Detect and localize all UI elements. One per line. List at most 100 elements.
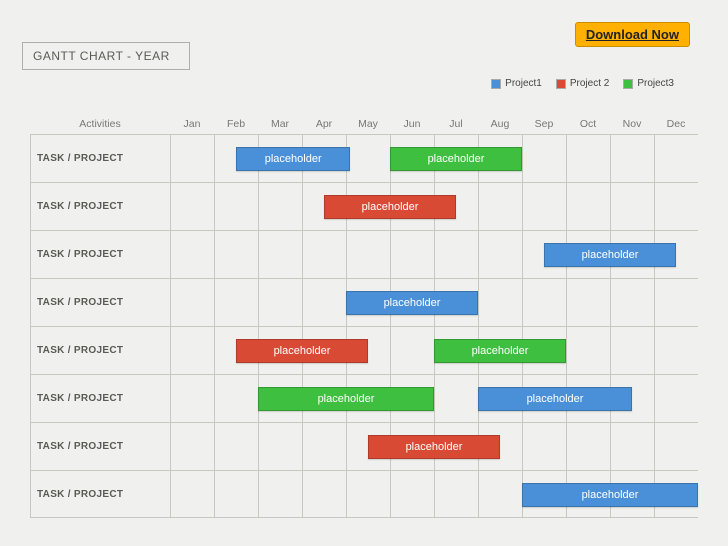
grid-cell: [654, 327, 698, 374]
gantt-bar[interactable]: placeholder: [236, 147, 350, 171]
grid-cell: [522, 135, 566, 182]
month-header: Jun: [390, 110, 434, 134]
grid-cell: [302, 279, 346, 326]
grid-cell: [610, 423, 654, 470]
grid-cell: [610, 327, 654, 374]
grid-cell: [434, 471, 478, 517]
month-header: Nov: [610, 110, 654, 134]
grid-cell: [170, 135, 214, 182]
row-label: TASK / PROJECT: [30, 135, 170, 182]
grid-cell: [170, 327, 214, 374]
grid-cell: [434, 375, 478, 422]
grid-cell: [302, 423, 346, 470]
grid-cell: [214, 183, 258, 230]
grid-cell: [170, 375, 214, 422]
grid-cell: [522, 183, 566, 230]
grid-cell: [390, 471, 434, 517]
grid-cell: [302, 231, 346, 278]
month-header: Apr: [302, 110, 346, 134]
grid-cell: [214, 423, 258, 470]
legend-swatch-icon: [556, 79, 566, 89]
grid-cell: [170, 471, 214, 517]
gantt-bar[interactable]: placeholder: [478, 387, 632, 411]
month-header: Feb: [214, 110, 258, 134]
row-grid: placeholder: [170, 231, 698, 278]
month-header: Oct: [566, 110, 610, 134]
grid-cell: [566, 327, 610, 374]
row-label: TASK / PROJECT: [30, 231, 170, 278]
legend-item-project1: Project1: [491, 78, 542, 89]
month-header: Dec: [654, 110, 698, 134]
grid-cell: [434, 231, 478, 278]
row-grid: placeholder: [170, 471, 698, 517]
row-grid: placeholder: [170, 279, 698, 326]
gantt-row: TASK / PROJECT placeholder placeholder: [30, 374, 698, 422]
row-label: TASK / PROJECT: [30, 183, 170, 230]
legend-label: Project3: [637, 78, 674, 89]
legend-item-project2: Project 2: [556, 78, 609, 89]
grid-cell: [610, 279, 654, 326]
gantt-bar[interactable]: placeholder: [390, 147, 522, 171]
gantt-bar[interactable]: placeholder: [258, 387, 434, 411]
gantt-row: TASK / PROJECT placeholder: [30, 182, 698, 230]
grid-cell: [258, 471, 302, 517]
month-header: Jan: [170, 110, 214, 134]
download-button[interactable]: Download Now: [575, 22, 690, 47]
grid-cell: [478, 471, 522, 517]
row-label: TASK / PROJECT: [30, 279, 170, 326]
grid-cell: [566, 183, 610, 230]
row-label: TASK / PROJECT: [30, 375, 170, 422]
grid-cell: [214, 231, 258, 278]
grid-cell: [654, 135, 698, 182]
grid-cell: [258, 423, 302, 470]
grid-cell: [346, 135, 390, 182]
grid-cell: [566, 135, 610, 182]
gantt-bar[interactable]: placeholder: [544, 243, 676, 267]
grid-cell: [258, 231, 302, 278]
gantt-bar[interactable]: placeholder: [236, 339, 368, 363]
gantt-bar[interactable]: placeholder: [522, 483, 698, 507]
grid-cell: [170, 231, 214, 278]
grid-cell: [214, 375, 258, 422]
gantt-bar[interactable]: placeholder: [324, 195, 456, 219]
month-header: Sep: [522, 110, 566, 134]
grid-cell: [302, 471, 346, 517]
row-grid: placeholder placeholder: [170, 327, 698, 374]
gantt-chart: Activities JanFebMarAprMayJunJulAugSepOc…: [30, 110, 698, 518]
grid-cell: [566, 279, 610, 326]
legend: Project1 Project 2 Project3: [491, 78, 674, 89]
month-header: Jul: [434, 110, 478, 134]
row-grid: placeholder: [170, 183, 698, 230]
month-header: Aug: [478, 110, 522, 134]
gantt-row: TASK / PROJECT placeholder placeholder: [30, 134, 698, 182]
grid-cell: [654, 279, 698, 326]
legend-swatch-icon: [623, 79, 633, 89]
grid-cell: [478, 231, 522, 278]
activities-header: Activities: [30, 110, 170, 134]
legend-swatch-icon: [491, 79, 501, 89]
grid-cell: [654, 375, 698, 422]
row-label: TASK / PROJECT: [30, 327, 170, 374]
row-label: TASK / PROJECT: [30, 423, 170, 470]
grid-cell: [170, 279, 214, 326]
gantt-bar[interactable]: placeholder: [368, 435, 500, 459]
grid-cell: [610, 135, 654, 182]
grid-cell: [258, 279, 302, 326]
grid-cell: [522, 423, 566, 470]
legend-label: Project1: [505, 78, 542, 89]
grid-cell: [654, 183, 698, 230]
gantt-bar[interactable]: placeholder: [434, 339, 566, 363]
grid-cell: [478, 279, 522, 326]
gantt-bar[interactable]: placeholder: [346, 291, 478, 315]
grid-cell: [390, 327, 434, 374]
gantt-row: TASK / PROJECTplaceholder: [30, 470, 698, 518]
grid-cell: [390, 231, 434, 278]
row-grid: placeholder placeholder: [170, 375, 698, 422]
legend-item-project3: Project3: [623, 78, 674, 89]
grid-cell: [346, 231, 390, 278]
gantt-row: TASK / PROJECT placeholder: [30, 278, 698, 326]
legend-label: Project 2: [570, 78, 609, 89]
grid-cell: [478, 183, 522, 230]
month-headers: JanFebMarAprMayJunJulAugSepOctNovDec: [170, 110, 698, 134]
page-title: GANTT CHART - YEAR: [22, 42, 190, 70]
